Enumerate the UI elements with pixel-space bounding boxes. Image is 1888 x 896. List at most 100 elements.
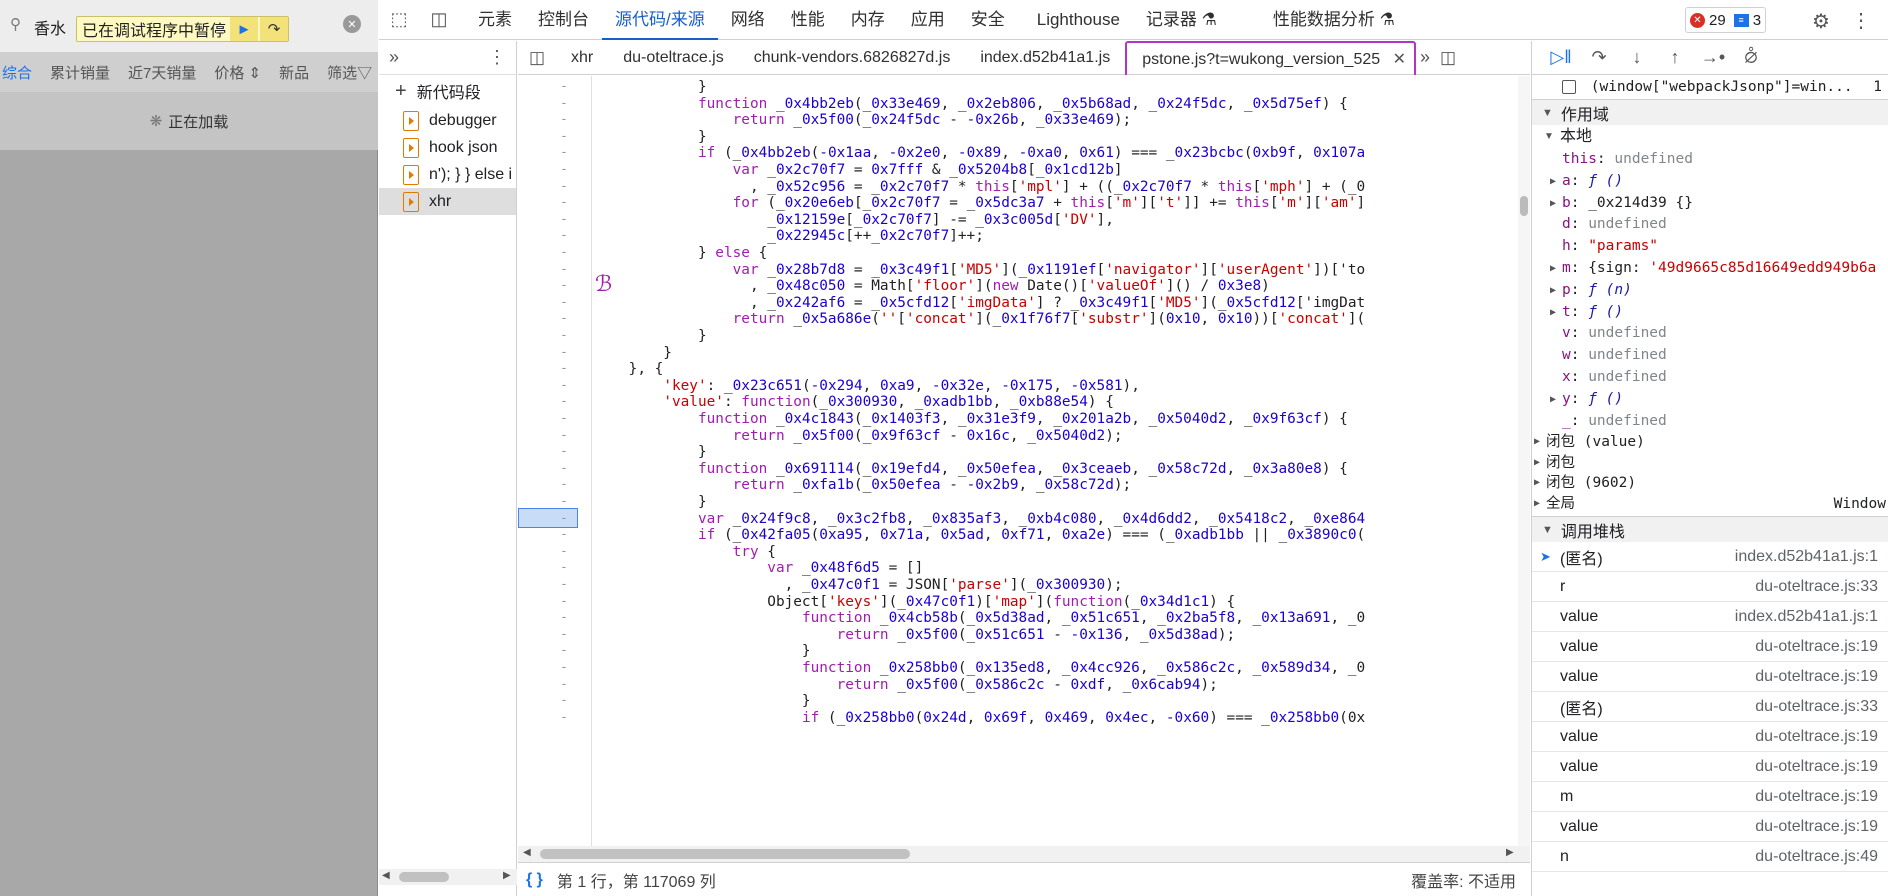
- h-scroll-right-icon[interactable]: ▶: [1506, 847, 1514, 858]
- filter-option[interactable]: 筛选▽: [318, 62, 381, 83]
- filter-option[interactable]: 新品: [270, 62, 318, 83]
- toggle-navigator-icon[interactable]: ◫: [518, 48, 556, 68]
- step-icon[interactable]: →•: [1694, 47, 1732, 68]
- scope-variable[interactable]: ▶ m: {sign: '49d9665c85d16649edd949b6a: [1532, 258, 1888, 280]
- snippet-item[interactable]: hook json: [379, 134, 516, 161]
- step-into-icon[interactable]: ↓: [1618, 47, 1656, 68]
- scope-variable[interactable]: ▶ a: ƒ (): [1532, 171, 1888, 193]
- scope-variable[interactable]: _: undefined: [1532, 411, 1888, 433]
- filter-option[interactable]: 综合: [0, 62, 41, 83]
- expand-triangle-icon[interactable]: ▶: [1550, 193, 1556, 215]
- navigator-menu-icon[interactable]: ⋮: [488, 47, 506, 68]
- breakpoint-entry[interactable]: (window["webpackJsonp"]=win... 1: [1532, 75, 1888, 99]
- main-tab[interactable]: 网络: [718, 0, 778, 40]
- main-tab[interactable]: 性能数据分析 ⚗: [1260, 0, 1408, 40]
- snippet-item[interactable]: debugger: [379, 107, 516, 134]
- call-frame[interactable]: r du-oteltrace.js:33: [1532, 572, 1888, 603]
- breakpoint-checkbox[interactable]: [1562, 80, 1576, 94]
- main-tab[interactable]: Lighthouse: [1024, 0, 1133, 40]
- new-snippet-button[interactable]: + 新代码段: [379, 75, 516, 107]
- main-tab[interactable]: 性能: [778, 0, 838, 40]
- main-tab[interactable]: 元素: [465, 0, 525, 40]
- scope-variable[interactable]: ▶ b: _0x214d39 {}: [1532, 193, 1888, 215]
- close-tab-icon[interactable]: ✕: [1388, 51, 1406, 68]
- expand-triangle-icon[interactable]: ▶: [1550, 258, 1556, 280]
- expand-triangle-icon[interactable]: ▶: [1550, 302, 1556, 324]
- call-frame[interactable]: value du-oteltrace.js:19: [1532, 722, 1888, 753]
- line-gutter[interactable]: ---------------------------------------: [518, 76, 592, 846]
- issues-counter[interactable]: ✕ 29 ≡ 3: [1685, 7, 1767, 33]
- main-tab[interactable]: 记录器 ⚗: [1133, 0, 1230, 40]
- closure-scope[interactable]: ▶ 闭包: [1532, 453, 1888, 474]
- call-frame[interactable]: value du-oteltrace.js:19: [1532, 632, 1888, 663]
- snippet-item[interactable]: n'); } } else i: [379, 161, 516, 188]
- breakpoint-marker[interactable]: [518, 507, 578, 528]
- local-scope-header[interactable]: ▼ 本地: [1532, 125, 1888, 149]
- snippet-item[interactable]: xhr: [379, 188, 516, 215]
- file-tab[interactable]: du-oteltrace.js: [608, 41, 739, 75]
- step-over-icon[interactable]: ↷: [260, 17, 289, 41]
- call-frame[interactable]: n du-oteltrace.js:49: [1532, 842, 1888, 873]
- clear-search-icon[interactable]: ✕: [343, 15, 361, 33]
- expand-triangle-icon[interactable]: ▶: [1534, 432, 1540, 453]
- scope-variable[interactable]: ▶ t: ƒ (): [1532, 302, 1888, 324]
- h-scroll-left-icon[interactable]: ◀: [523, 847, 531, 858]
- call-frame[interactable]: (匿名) du-oteltrace.js:33: [1532, 692, 1888, 723]
- main-tab[interactable]: 安全: [958, 0, 1018, 40]
- deactivate-breakpoints-icon[interactable]: ⦲: [1732, 47, 1770, 68]
- scope-variable[interactable]: ▶ p: ƒ (n): [1532, 280, 1888, 302]
- call-frame[interactable]: m du-oteltrace.js:19: [1532, 782, 1888, 813]
- scroll-right-icon[interactable]: ▶: [503, 870, 511, 881]
- file-tab[interactable]: xhr: [556, 41, 608, 75]
- scroll-left-icon[interactable]: ◀: [382, 870, 390, 881]
- filter-option[interactable]: 价格 ⇕: [205, 62, 270, 83]
- step-out-icon[interactable]: ↑: [1656, 47, 1694, 68]
- more-tabs-chevron-icon[interactable]: »: [389, 47, 399, 68]
- scope-variable[interactable]: h: "params": [1532, 236, 1888, 258]
- settings-gear-icon[interactable]: ⚙: [1812, 9, 1830, 34]
- call-frame[interactable]: value du-oteltrace.js:19: [1532, 662, 1888, 693]
- resume-icon[interactable]: ▷‖: [1542, 47, 1580, 68]
- file-tab[interactable]: chunk-vendors.6826827d.js: [739, 41, 966, 75]
- more-files-chevron-icon[interactable]: »: [1420, 47, 1430, 68]
- page-search-input[interactable]: 香水: [34, 15, 66, 39]
- scope-variable[interactable]: x: undefined: [1532, 367, 1888, 389]
- main-tab[interactable]: 应用: [898, 0, 958, 40]
- editor-vertical-scrollbar[interactable]: [1518, 76, 1530, 846]
- more-options-icon[interactable]: ⋮: [1851, 8, 1871, 33]
- call-frame[interactable]: value du-oteltrace.js:19: [1532, 752, 1888, 783]
- editor-horizontal-scrollbar[interactable]: ◀ ▶: [518, 846, 1530, 862]
- vertical-scroll-thumb[interactable]: [1520, 196, 1528, 216]
- expand-triangle-icon[interactable]: ▶: [1534, 453, 1540, 474]
- main-tab[interactable]: 源代码/来源: [602, 0, 718, 40]
- call-frame[interactable]: value index.d52b41a1.js:1: [1532, 602, 1888, 633]
- file-tab[interactable]: index.d52b41a1.js: [965, 41, 1125, 75]
- scope-variable[interactable]: ▶ y: ƒ (): [1532, 389, 1888, 411]
- step-over-next-icon[interactable]: ↷: [1580, 47, 1618, 68]
- scope-section-header[interactable]: ▼ 作用域: [1532, 99, 1888, 125]
- expand-triangle-icon[interactable]: ▶: [1550, 171, 1556, 193]
- filter-option[interactable]: 近7天销量: [119, 62, 205, 83]
- call-frame[interactable]: ➤ (匿名) index.d52b41a1.js:1: [1532, 542, 1888, 573]
- call-frame[interactable]: value du-oteltrace.js:19: [1532, 812, 1888, 843]
- main-tab[interactable]: 内存: [838, 0, 898, 40]
- file-tab[interactable]: pstone.js?t=wukong_version_525 ✕: [1125, 40, 1417, 75]
- expand-triangle-icon[interactable]: ▶: [1534, 473, 1540, 494]
- closure-scope[interactable]: ▶ 闭包 (9602): [1532, 473, 1888, 494]
- closure-scope[interactable]: ▶ 闭包 (value): [1532, 432, 1888, 453]
- scope-variable[interactable]: v: undefined: [1532, 323, 1888, 345]
- expand-triangle-icon[interactable]: ▶: [1550, 280, 1556, 302]
- navigator-scrollbar[interactable]: ◀ ▶: [379, 869, 517, 885]
- closure-scope[interactable]: ▶ 全局 Window: [1532, 494, 1888, 515]
- scope-variable[interactable]: this: undefined: [1532, 149, 1888, 171]
- resume-button[interactable]: ►: [230, 17, 259, 41]
- callstack-section-header[interactable]: ▼ 调用堆栈: [1532, 516, 1888, 543]
- pretty-print-icon[interactable]: { }: [526, 871, 543, 889]
- horizontal-scroll-thumb[interactable]: [540, 849, 910, 859]
- filter-option[interactable]: 累计销量: [41, 62, 119, 83]
- scope-variable[interactable]: d: undefined: [1532, 214, 1888, 236]
- inspect-element-icon[interactable]: ⬚: [379, 9, 419, 30]
- expand-triangle-icon[interactable]: ▶: [1534, 494, 1540, 515]
- toggle-debugger-icon[interactable]: ◫: [1440, 48, 1456, 68]
- device-toolbar-icon[interactable]: ◫: [419, 9, 459, 30]
